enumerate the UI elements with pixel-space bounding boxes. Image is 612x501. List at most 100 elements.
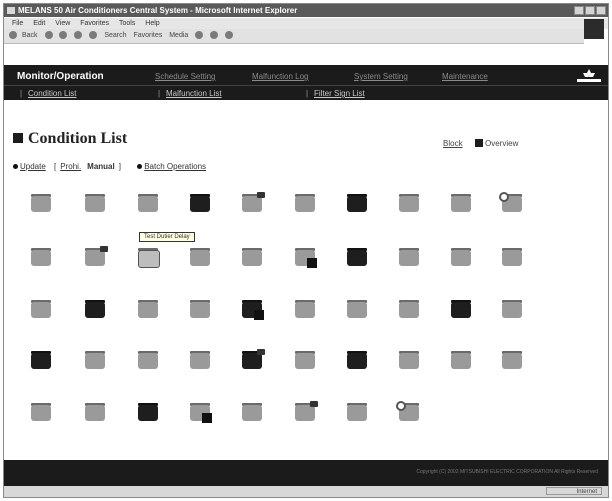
unit-icon[interactable] [396, 401, 422, 423]
unit-icon[interactable] [239, 401, 265, 423]
nav-schedule-setting[interactable]: Schedule Setting [155, 72, 216, 81]
unit-icon[interactable] [82, 246, 108, 268]
unit-icon[interactable] [344, 298, 370, 320]
overview-label: Overview [485, 139, 519, 148]
unit-icon[interactable] [292, 298, 318, 320]
unit-body [190, 302, 210, 318]
unit-body [190, 250, 210, 266]
menu-file[interactable]: File [12, 20, 23, 27]
unit-icon[interactable] [344, 349, 370, 371]
unit-icon[interactable] [28, 246, 54, 268]
unit-icon[interactable] [82, 349, 108, 371]
menu-favorites[interactable]: Favorites [80, 20, 109, 27]
unit-body [502, 353, 522, 369]
unit-icon[interactable] [499, 192, 525, 214]
unit-icon[interactable] [292, 192, 318, 214]
unit-body [399, 302, 419, 318]
unit-body [399, 353, 419, 369]
unit-body [31, 250, 51, 266]
unit-icon[interactable] [28, 298, 54, 320]
back-icon[interactable] [9, 31, 17, 40]
unit-icon[interactable] [448, 192, 474, 214]
nav-system-setting[interactable]: System Setting [354, 72, 408, 81]
refresh-icon[interactable] [74, 31, 83, 40]
sub-nav-marker: | [306, 89, 309, 98]
stop-icon[interactable] [59, 31, 68, 40]
nav-malfunction-log[interactable]: Malfunction Log [252, 72, 308, 81]
unit-icon[interactable] [292, 401, 318, 423]
unit-icon[interactable] [135, 246, 161, 268]
sub-nav-condition-list[interactable]: Condition List [28, 89, 76, 98]
unit-icon[interactable] [292, 246, 318, 268]
unit-icon[interactable] [187, 401, 213, 423]
unit-icon[interactable] [344, 246, 370, 268]
unit-icon[interactable] [239, 298, 265, 320]
unit-icon[interactable] [187, 192, 213, 214]
forward-icon[interactable] [44, 31, 53, 40]
unit-icon[interactable] [239, 192, 265, 214]
ie-icon [7, 7, 15, 14]
menu-help[interactable]: Help [145, 20, 159, 27]
unit-icon[interactable] [448, 349, 474, 371]
unit-icon[interactable] [28, 349, 54, 371]
unit-icon[interactable] [135, 192, 161, 214]
unit-icon[interactable] [28, 192, 54, 214]
sub-nav-malfunction-list[interactable]: Malfunction List [166, 89, 222, 98]
maximize-button[interactable] [585, 6, 595, 15]
unit-icon[interactable] [82, 298, 108, 320]
menu-edit[interactable]: Edit [33, 20, 45, 27]
unit-icon[interactable] [135, 401, 161, 423]
prohibit-overlay-icon [307, 258, 317, 268]
unit-icon[interactable] [187, 298, 213, 320]
unit-icon[interactable] [396, 349, 422, 371]
unit-icon[interactable] [396, 246, 422, 268]
unit-icon[interactable] [239, 246, 265, 268]
unit-icon[interactable] [396, 298, 422, 320]
media-button[interactable]: Media [169, 29, 188, 43]
unit-icon[interactable] [499, 298, 525, 320]
history-icon[interactable] [195, 31, 204, 40]
unit-body [138, 353, 158, 369]
unit-icon[interactable] [82, 192, 108, 214]
app-footer: Copyright (C) 2002 MITSUBISHI ELECTRIC C… [4, 460, 608, 486]
unit-icon[interactable] [448, 246, 474, 268]
block-link[interactable]: Block [443, 139, 463, 148]
unit-body [85, 302, 105, 318]
unit-icon[interactable] [344, 401, 370, 423]
unit-icon[interactable] [499, 246, 525, 268]
unit-icon[interactable] [82, 401, 108, 423]
favorites-button[interactable]: Favorites [133, 29, 162, 43]
copyright-text: Copyright (C) 2002 MITSUBISHI ELECTRIC C… [416, 469, 598, 475]
block-toggle-icon[interactable] [475, 139, 483, 147]
sub-nav-filter-sign-list[interactable]: Filter Sign List [314, 89, 365, 98]
unit-body [502, 302, 522, 318]
unit-icon[interactable] [499, 349, 525, 371]
unit-body [347, 302, 367, 318]
unit-icon[interactable] [292, 349, 318, 371]
menu-tools[interactable]: Tools [119, 20, 135, 27]
back-button[interactable]: Back [22, 29, 38, 43]
unit-body [85, 405, 105, 421]
update-link[interactable]: Update [20, 162, 46, 171]
unit-icon[interactable] [187, 246, 213, 268]
print-icon[interactable] [225, 31, 234, 40]
unit-icon[interactable] [344, 192, 370, 214]
prohibit-link[interactable]: Prohi. [60, 162, 81, 171]
unit-icon[interactable] [239, 349, 265, 371]
menu-view[interactable]: View [55, 20, 70, 27]
unit-icon[interactable] [396, 192, 422, 214]
search-button[interactable]: Search [104, 29, 126, 43]
browser-toolbar: Back Search Favorites Media [4, 29, 584, 44]
batch-operations-link[interactable]: Batch Operations [144, 162, 206, 171]
unit-icon[interactable] [135, 349, 161, 371]
minimize-button[interactable] [574, 6, 584, 15]
unit-icon[interactable] [187, 349, 213, 371]
mail-icon[interactable] [210, 31, 219, 40]
home-icon[interactable] [89, 31, 98, 40]
unit-icon[interactable] [135, 298, 161, 320]
unit-icon[interactable] [448, 298, 474, 320]
nav-maintenance[interactable]: Maintenance [442, 72, 488, 81]
sub-nav-marker: | [20, 89, 23, 98]
close-button[interactable] [596, 6, 606, 15]
unit-icon[interactable] [28, 401, 54, 423]
